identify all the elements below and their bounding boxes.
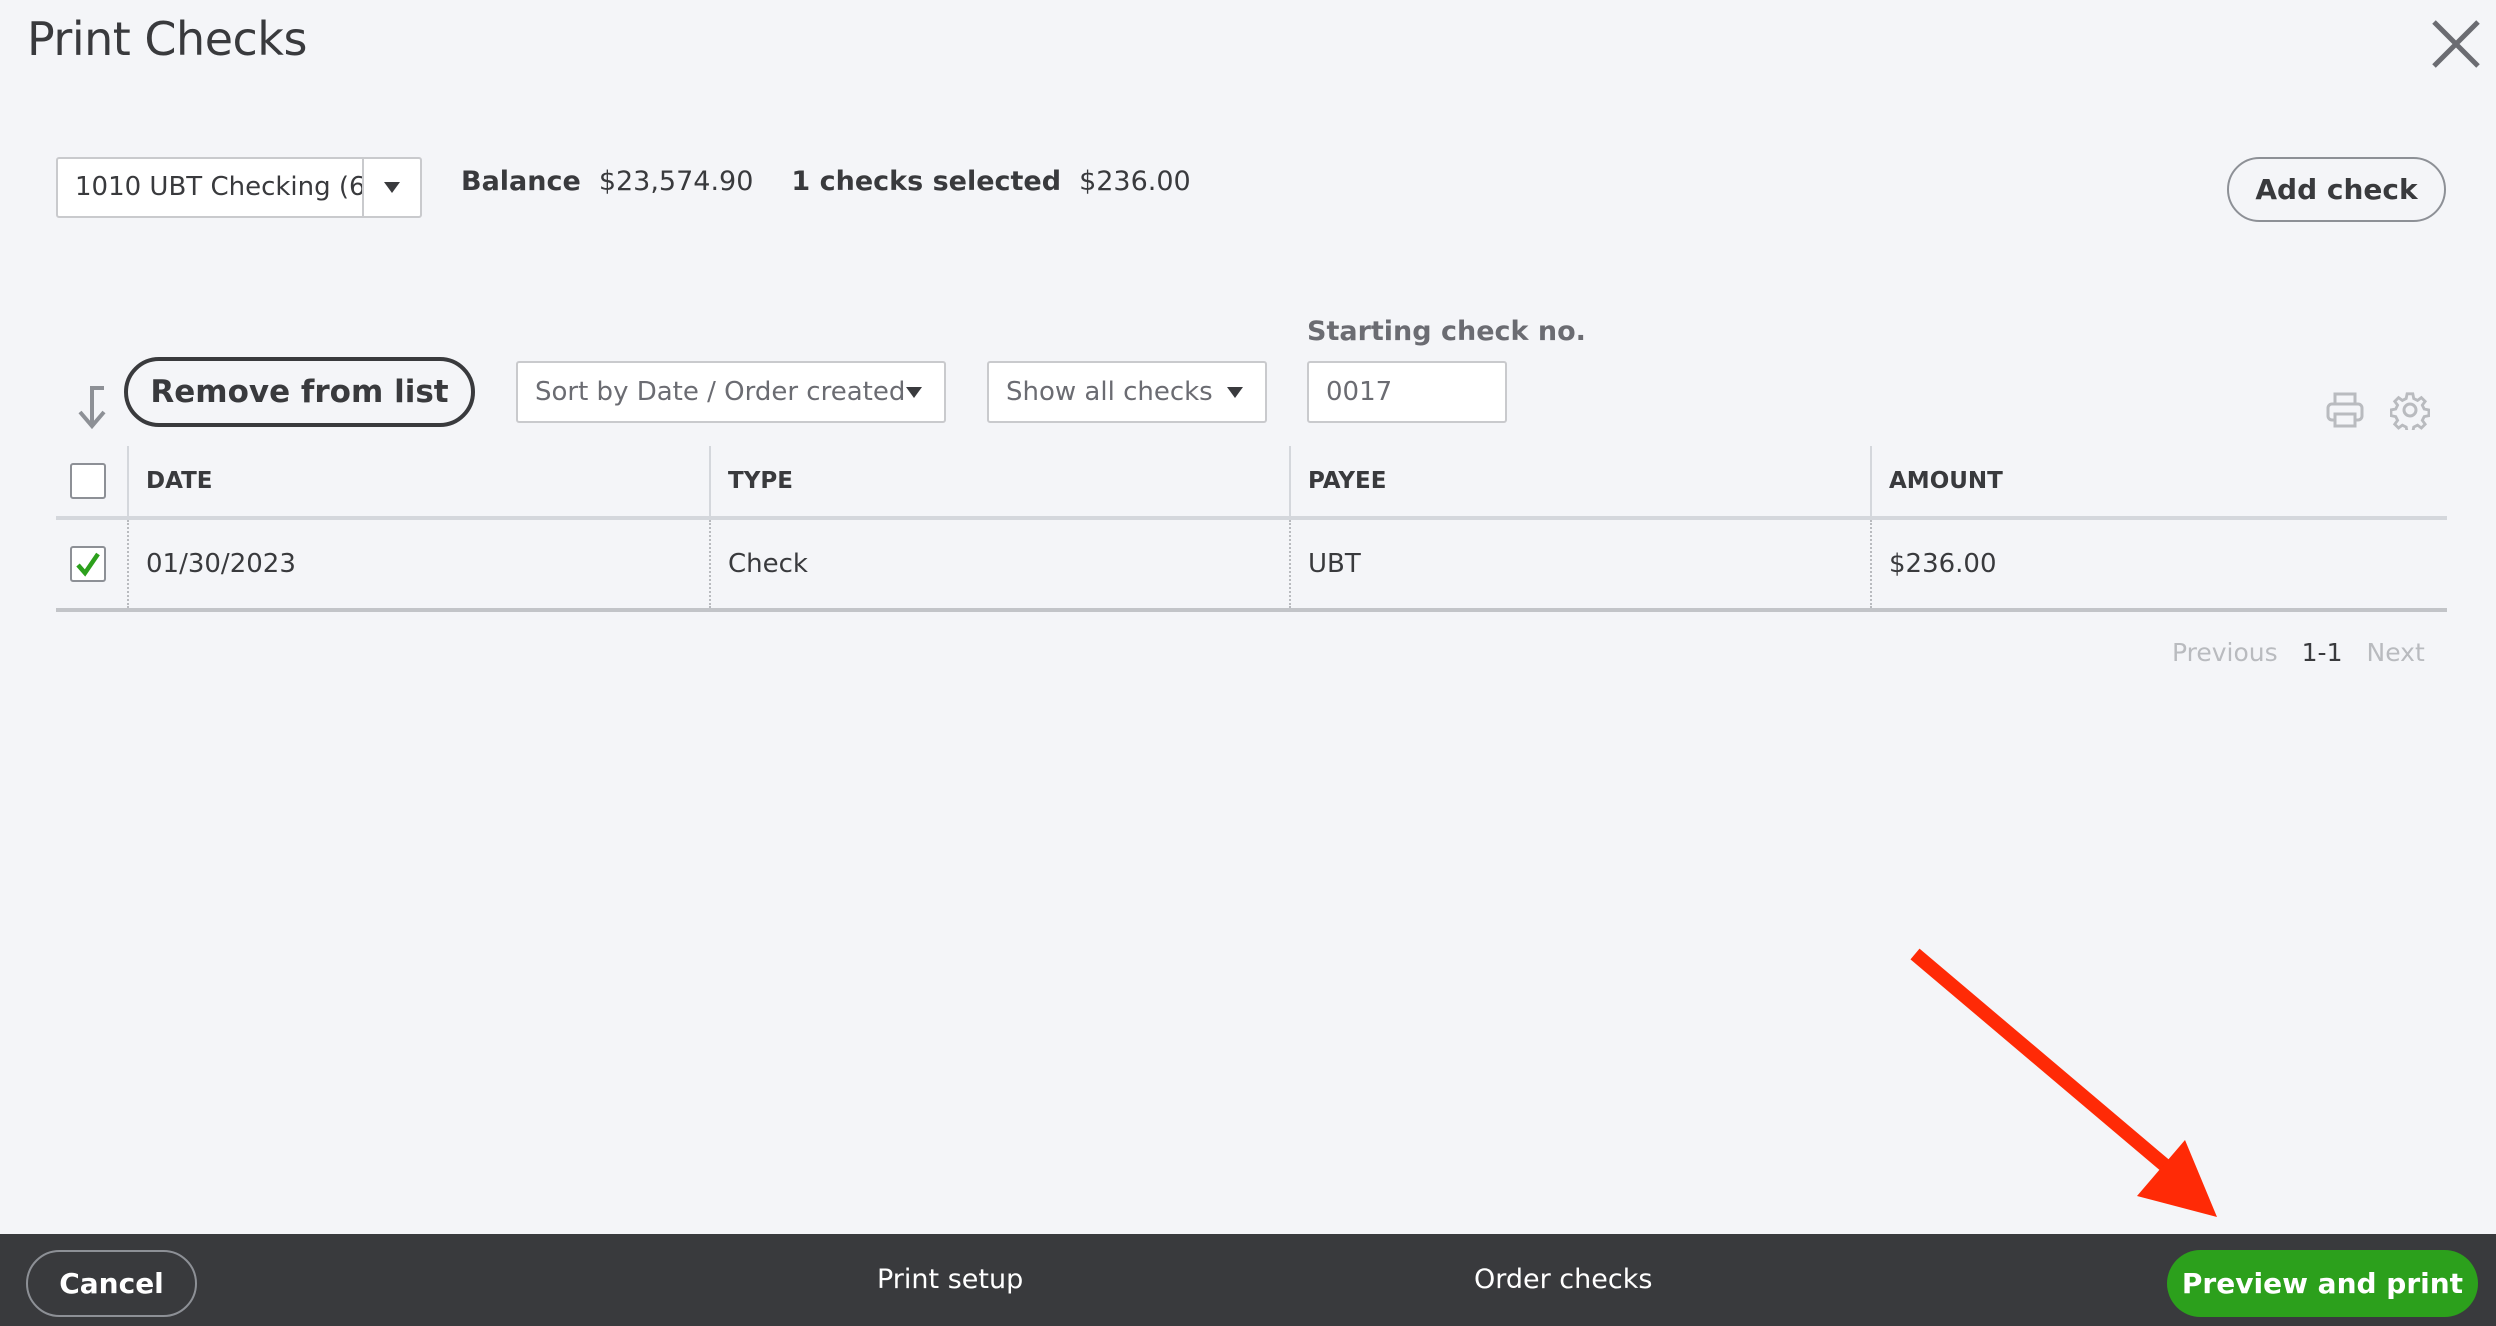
row-date: 01/30/2023	[127, 520, 709, 608]
balance-label: Balance	[461, 166, 581, 197]
starting-check-input[interactable]	[1307, 361, 1507, 423]
row-type: Check	[709, 520, 1289, 608]
select-all-checkbox[interactable]	[70, 463, 106, 499]
account-select[interactable]: 1010 UBT Checking (67	[56, 157, 422, 218]
select-all-cell	[56, 446, 127, 516]
sort-select[interactable]: Sort by Date / Order created	[516, 361, 946, 423]
checks-selected-total: $236.00	[1079, 166, 1191, 197]
sort-arrow-icon[interactable]	[76, 384, 116, 432]
printer-icon[interactable]	[2325, 390, 2365, 430]
page-range: 1-1	[2301, 638, 2343, 667]
row-payee: UBT	[1289, 520, 1870, 608]
account-summary: Balance $23,574.90 1 checks selected $23…	[461, 166, 1229, 197]
row-checkbox[interactable]	[70, 546, 106, 582]
filter-select-value: Show all checks	[1006, 377, 1213, 407]
row-amount: $236.00	[1870, 520, 2447, 608]
checks-selected-label: 1 checks selected	[791, 166, 1062, 197]
annotation-arrow-icon	[1910, 948, 2217, 1217]
order-checks-link[interactable]: Order checks	[1474, 1234, 1652, 1326]
checks-table: DATE TYPE PAYEE AMOUNT 01/30/2023 Check …	[56, 446, 2447, 612]
starting-check-label: Starting check no.	[1307, 316, 1586, 347]
account-select-value: 1010 UBT Checking (67	[75, 172, 362, 202]
gear-icon[interactable]	[2390, 390, 2430, 430]
table-row[interactable]: 01/30/2023 Check UBT $236.00	[56, 520, 2447, 612]
table-header-row: DATE TYPE PAYEE AMOUNT	[56, 446, 2447, 520]
remove-from-list-button[interactable]: Remove from list	[124, 357, 475, 427]
balance-value: $23,574.90	[598, 166, 754, 197]
add-check-button[interactable]: Add check	[2227, 157, 2446, 222]
pagination: Previous 1-1 Next	[2172, 638, 2425, 667]
previous-page-link[interactable]: Previous	[2172, 638, 2278, 667]
caret-down-icon	[1227, 386, 1243, 398]
column-header-date[interactable]: DATE	[127, 446, 709, 516]
preview-and-print-button[interactable]: Preview and print	[2167, 1250, 2478, 1317]
print-setup-link[interactable]: Print setup	[877, 1234, 1023, 1326]
filter-select[interactable]: Show all checks	[987, 361, 1267, 423]
caret-down-icon	[384, 182, 400, 193]
footer-bar: Cancel Print setup Order checks Preview …	[0, 1234, 2496, 1326]
checkmark-icon	[76, 552, 100, 577]
column-header-payee[interactable]: PAYEE	[1289, 446, 1870, 516]
sort-select-value: Sort by Date / Order created	[535, 377, 906, 407]
caret-down-icon	[906, 386, 922, 398]
column-header-type[interactable]: TYPE	[709, 446, 1289, 516]
next-page-link[interactable]: Next	[2367, 638, 2425, 667]
account-dropdown-button[interactable]	[362, 159, 420, 216]
column-header-amount[interactable]: AMOUNT	[1870, 446, 2447, 516]
row-select-cell	[56, 520, 127, 608]
page-title: Print Checks	[27, 12, 307, 66]
close-icon[interactable]	[2428, 16, 2484, 72]
cancel-button[interactable]: Cancel	[26, 1250, 197, 1317]
